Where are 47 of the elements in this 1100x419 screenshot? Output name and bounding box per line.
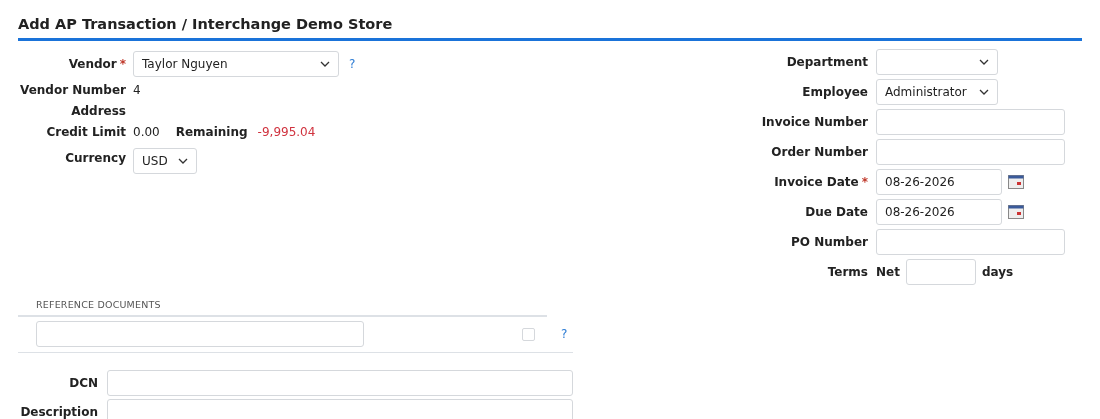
chevron-icon (979, 89, 989, 95)
terms-suffix: days (981, 265, 1014, 279)
field-label: Description (20, 405, 98, 419)
required-icon: * (119, 57, 126, 71)
help-link[interactable]: ? (349, 57, 356, 71)
select-field[interactable] (876, 49, 998, 75)
section-heading: REFERENCE DOCUMENTS (36, 299, 161, 310)
date-field[interactable]: 08-26-2026 (876, 169, 1002, 195)
field-label: Vendor Number (20, 82, 126, 97)
select-field[interactable]: USD (133, 148, 197, 174)
field-label: Currency (65, 151, 126, 165)
chevron-icon (178, 158, 188, 164)
chevron-icon (320, 61, 330, 67)
required-icon: * (861, 175, 868, 189)
field-value: 4 (133, 82, 141, 97)
calendar-icon[interactable] (1008, 205, 1024, 219)
input-field[interactable] (36, 321, 364, 347)
input-field[interactable] (876, 229, 1065, 255)
field-value: -9,995.04 (257, 124, 316, 139)
field-label: Order Number (771, 145, 868, 159)
date-field[interactable]: 08-26-2026 (876, 199, 1002, 225)
field-value: 0.00 (133, 124, 160, 139)
select-field[interactable]: Taylor Nguyen (133, 51, 339, 77)
checkbox[interactable] (522, 327, 535, 341)
field-label: Invoice Date (774, 175, 859, 189)
help-link[interactable]: ? (561, 327, 568, 341)
input-field[interactable] (107, 399, 573, 419)
chevron-icon (979, 59, 989, 65)
field-label: PO Number (791, 235, 868, 249)
field-label: Credit Limit (46, 124, 126, 139)
field-label: Remaining (175, 124, 248, 139)
field-label: Employee (802, 85, 868, 99)
field-label: Due Date (805, 205, 868, 219)
input-field[interactable] (107, 370, 573, 396)
input-field[interactable] (876, 139, 1065, 165)
field-label: Address (71, 103, 126, 118)
input-field[interactable] (905, 259, 976, 285)
terms-prefix: Net (876, 265, 900, 279)
page-title: Add AP Transaction / Interchange Demo Store (18, 16, 393, 32)
field-label: Invoice Number (761, 115, 868, 129)
field-label: DCN (69, 376, 98, 390)
field-label: Vendor (68, 57, 117, 71)
select-field[interactable]: Administrator (876, 79, 998, 105)
field-label: Terms (827, 265, 868, 279)
field-label: Department (786, 55, 868, 69)
input-field[interactable] (876, 109, 1065, 135)
calendar-icon[interactable] (1008, 175, 1024, 189)
